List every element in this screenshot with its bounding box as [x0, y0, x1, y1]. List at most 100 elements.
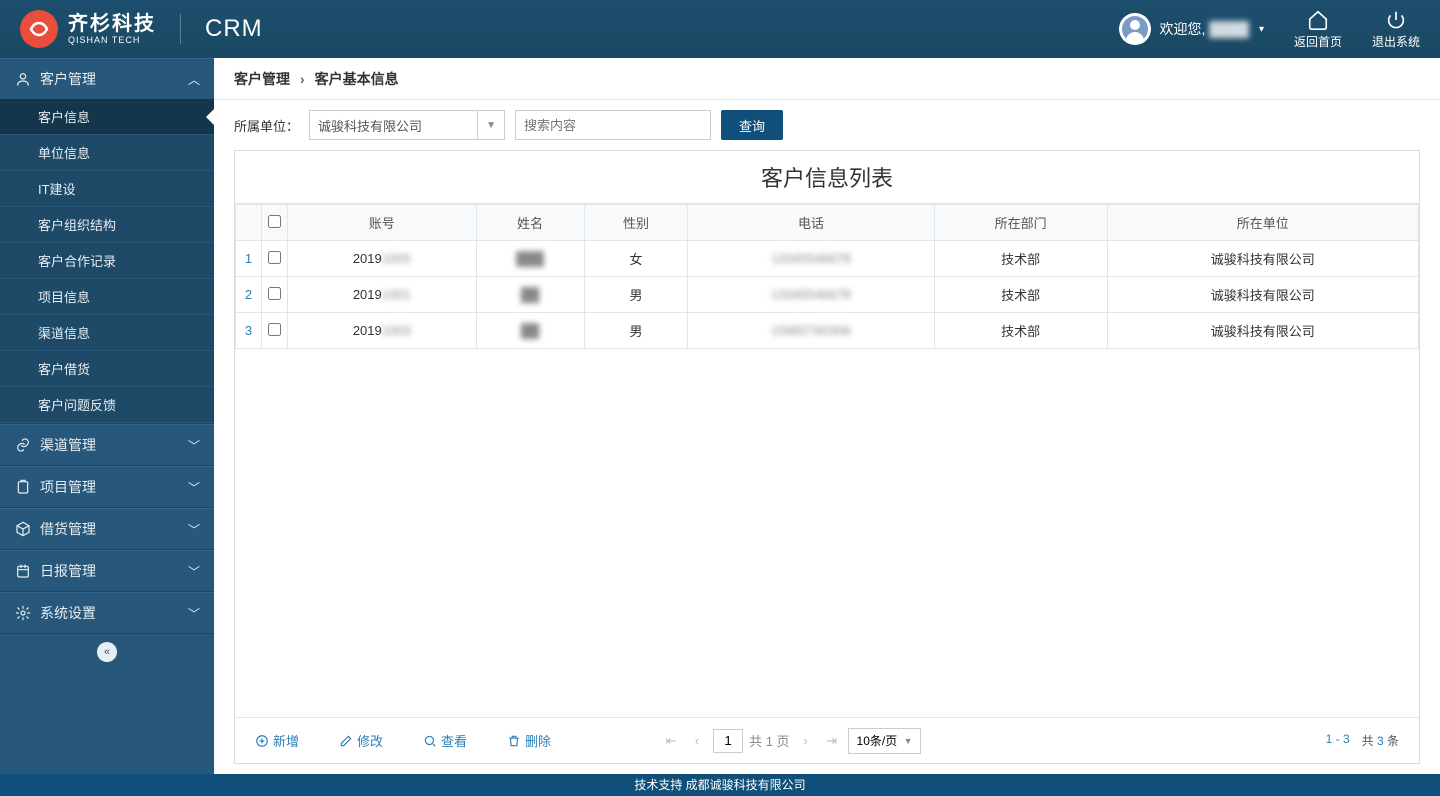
pager-last[interactable]: ⇥	[822, 731, 842, 751]
sidebar-group-label: 系统设置	[40, 603, 96, 623]
sidebar-item-channel-info[interactable]: 渠道信息	[0, 315, 214, 351]
data-panel: 客户信息列表 账号 姓名 性别 电话	[234, 150, 1420, 764]
cell-dept: 技术部	[934, 277, 1107, 313]
col-gender: 性别	[584, 205, 688, 241]
pager-total: 共 3 条	[1362, 732, 1399, 749]
sidebar-item-borrow[interactable]: 客户借货	[0, 351, 214, 387]
unit-select[interactable]: 诚骏科技有限公司 ▼	[309, 110, 505, 140]
row-index: 3	[236, 313, 262, 349]
sidebar-collapse-button[interactable]: «	[97, 642, 117, 662]
pager-page-input[interactable]	[713, 729, 743, 753]
filter-toolbar: 所属单位： 诚骏科技有限公司 ▼ 查询	[214, 100, 1440, 150]
chevron-down-icon: ▾	[1259, 24, 1264, 35]
sidebar-group-label: 借货管理	[40, 519, 96, 539]
cell-account: 20191005	[288, 241, 477, 277]
pager-next[interactable]: ›	[796, 731, 816, 751]
chevron-down-icon: ﹀	[188, 437, 200, 454]
box-icon	[14, 521, 32, 537]
home-label: 返回首页	[1294, 33, 1342, 50]
chevron-down-icon: ﹀	[188, 563, 200, 580]
logo: 齐杉科技 QISHAN TECH CRM	[20, 10, 263, 48]
app-name: CRM	[205, 15, 263, 43]
edit-button[interactable]: 修改	[339, 731, 383, 750]
delete-button[interactable]: 删除	[507, 731, 551, 750]
clipboard-icon	[14, 479, 32, 495]
user-icon	[14, 71, 32, 87]
add-button[interactable]: 新增	[255, 731, 299, 750]
plus-circle-icon	[255, 734, 269, 748]
chevron-down-icon: ﹀	[188, 521, 200, 538]
search-icon	[423, 734, 437, 748]
sidebar-item-feedback[interactable]: 客户问题反馈	[0, 387, 214, 423]
sidebar-group-label: 项目管理	[40, 477, 96, 497]
app-header: 齐杉科技 QISHAN TECH CRM 欢迎您, ████ ▾ 返回首页	[0, 0, 1440, 58]
unit-label: 所属单位：	[234, 116, 299, 135]
sidebar-item-label: 客户组织结构	[38, 215, 116, 234]
sidebar-group-channel[interactable]: 渠道管理﹀	[0, 425, 214, 465]
sidebar-item-unit-info[interactable]: 单位信息	[0, 135, 214, 171]
edit-label: 修改	[357, 731, 383, 750]
home-icon	[1307, 9, 1329, 31]
pager-pagesize-select[interactable]: 10条/页	[848, 728, 921, 754]
sidebar-item-label: IT建设	[38, 179, 76, 198]
sidebar-item-label: 客户信息	[38, 107, 90, 126]
sidebar-item-label: 客户问题反馈	[38, 395, 116, 414]
breadcrumb: 客户管理 › 客户基本信息	[214, 58, 1440, 100]
select-all-checkbox[interactable]	[268, 215, 281, 228]
calendar-icon	[14, 563, 32, 579]
view-button[interactable]: 查看	[423, 731, 467, 750]
add-label: 新增	[273, 731, 299, 750]
home-button[interactable]: 返回首页	[1294, 9, 1342, 50]
sidebar-item-org-struct[interactable]: 客户组织结构	[0, 207, 214, 243]
row-checkbox[interactable]	[268, 323, 281, 336]
cell-name: ███	[476, 241, 584, 277]
sidebar-item-label: 单位信息	[38, 143, 90, 162]
panel-title: 客户信息列表	[235, 151, 1419, 204]
table-row[interactable]: 220191001██男13345546678技术部诚骏科技有限公司	[236, 277, 1419, 313]
row-checkbox[interactable]	[268, 251, 281, 264]
table-row[interactable]: 120191005███女13345546678技术部诚骏科技有限公司	[236, 241, 1419, 277]
logout-button[interactable]: 退出系统	[1372, 9, 1420, 50]
sidebar: 客户管理 ︿ 客户信息 单位信息 IT建设 客户组织结构 客户合作记录 项目信息…	[0, 58, 214, 774]
sidebar-group-borrow[interactable]: 借货管理 ﹀	[0, 509, 214, 549]
logo-separator	[180, 14, 181, 44]
sidebar-item-project-info[interactable]: 项目信息	[0, 279, 214, 315]
row-checkbox[interactable]	[268, 287, 281, 300]
sidebar-item-customer-info[interactable]: 客户信息	[0, 99, 214, 135]
breadcrumb-current: 客户基本信息	[315, 69, 399, 89]
breadcrumb-root[interactable]: 客户管理	[234, 69, 290, 89]
logo-text-en: QISHAN TECH	[68, 36, 156, 45]
sidebar-group-settings[interactable]: 系统设置﹀	[0, 593, 214, 633]
sidebar-group-label: 客户管理	[40, 69, 96, 89]
row-index: 1	[236, 241, 262, 277]
pager-first[interactable]: ⇤	[661, 731, 681, 751]
unit-selected-value: 诚骏科技有限公司	[318, 116, 422, 135]
pager-range: 1 - 3	[1326, 732, 1350, 749]
gear-icon	[14, 605, 32, 621]
cell-gender: 男	[584, 313, 688, 349]
cell-unit: 诚骏科技有限公司	[1107, 313, 1418, 349]
chevron-down-icon: ﹀	[188, 479, 200, 496]
cell-phone: 15982760306	[688, 313, 934, 349]
sidebar-group-report[interactable]: 日报管理﹀	[0, 551, 214, 591]
cell-unit: 诚骏科技有限公司	[1107, 241, 1418, 277]
search-input[interactable]	[515, 110, 711, 140]
sidebar-item-coop-record[interactable]: 客户合作记录	[0, 243, 214, 279]
col-name: 姓名	[476, 205, 584, 241]
query-button[interactable]: 查询	[721, 110, 783, 140]
welcome-dropdown[interactable]: 欢迎您, ████ ▾	[1119, 13, 1264, 45]
cell-phone: 13345546678	[688, 277, 934, 313]
cell-phone: 13345546678	[688, 241, 934, 277]
row-index: 2	[236, 277, 262, 313]
logout-label: 退出系统	[1372, 33, 1420, 50]
pager-prev[interactable]: ‹	[687, 731, 707, 751]
sidebar-item-it-build[interactable]: IT建设	[0, 171, 214, 207]
view-label: 查看	[441, 731, 467, 750]
table-row[interactable]: 320191003██男15982760306技术部诚骏科技有限公司	[236, 313, 1419, 349]
cell-name: ██	[476, 313, 584, 349]
logo-icon	[20, 10, 58, 48]
col-checkbox-header	[262, 205, 288, 241]
sidebar-group-project[interactable]: 项目管理 ﹀	[0, 467, 214, 507]
cell-account: 20191003	[288, 313, 477, 349]
sidebar-group-customer[interactable]: 客户管理 ︿	[0, 59, 214, 99]
